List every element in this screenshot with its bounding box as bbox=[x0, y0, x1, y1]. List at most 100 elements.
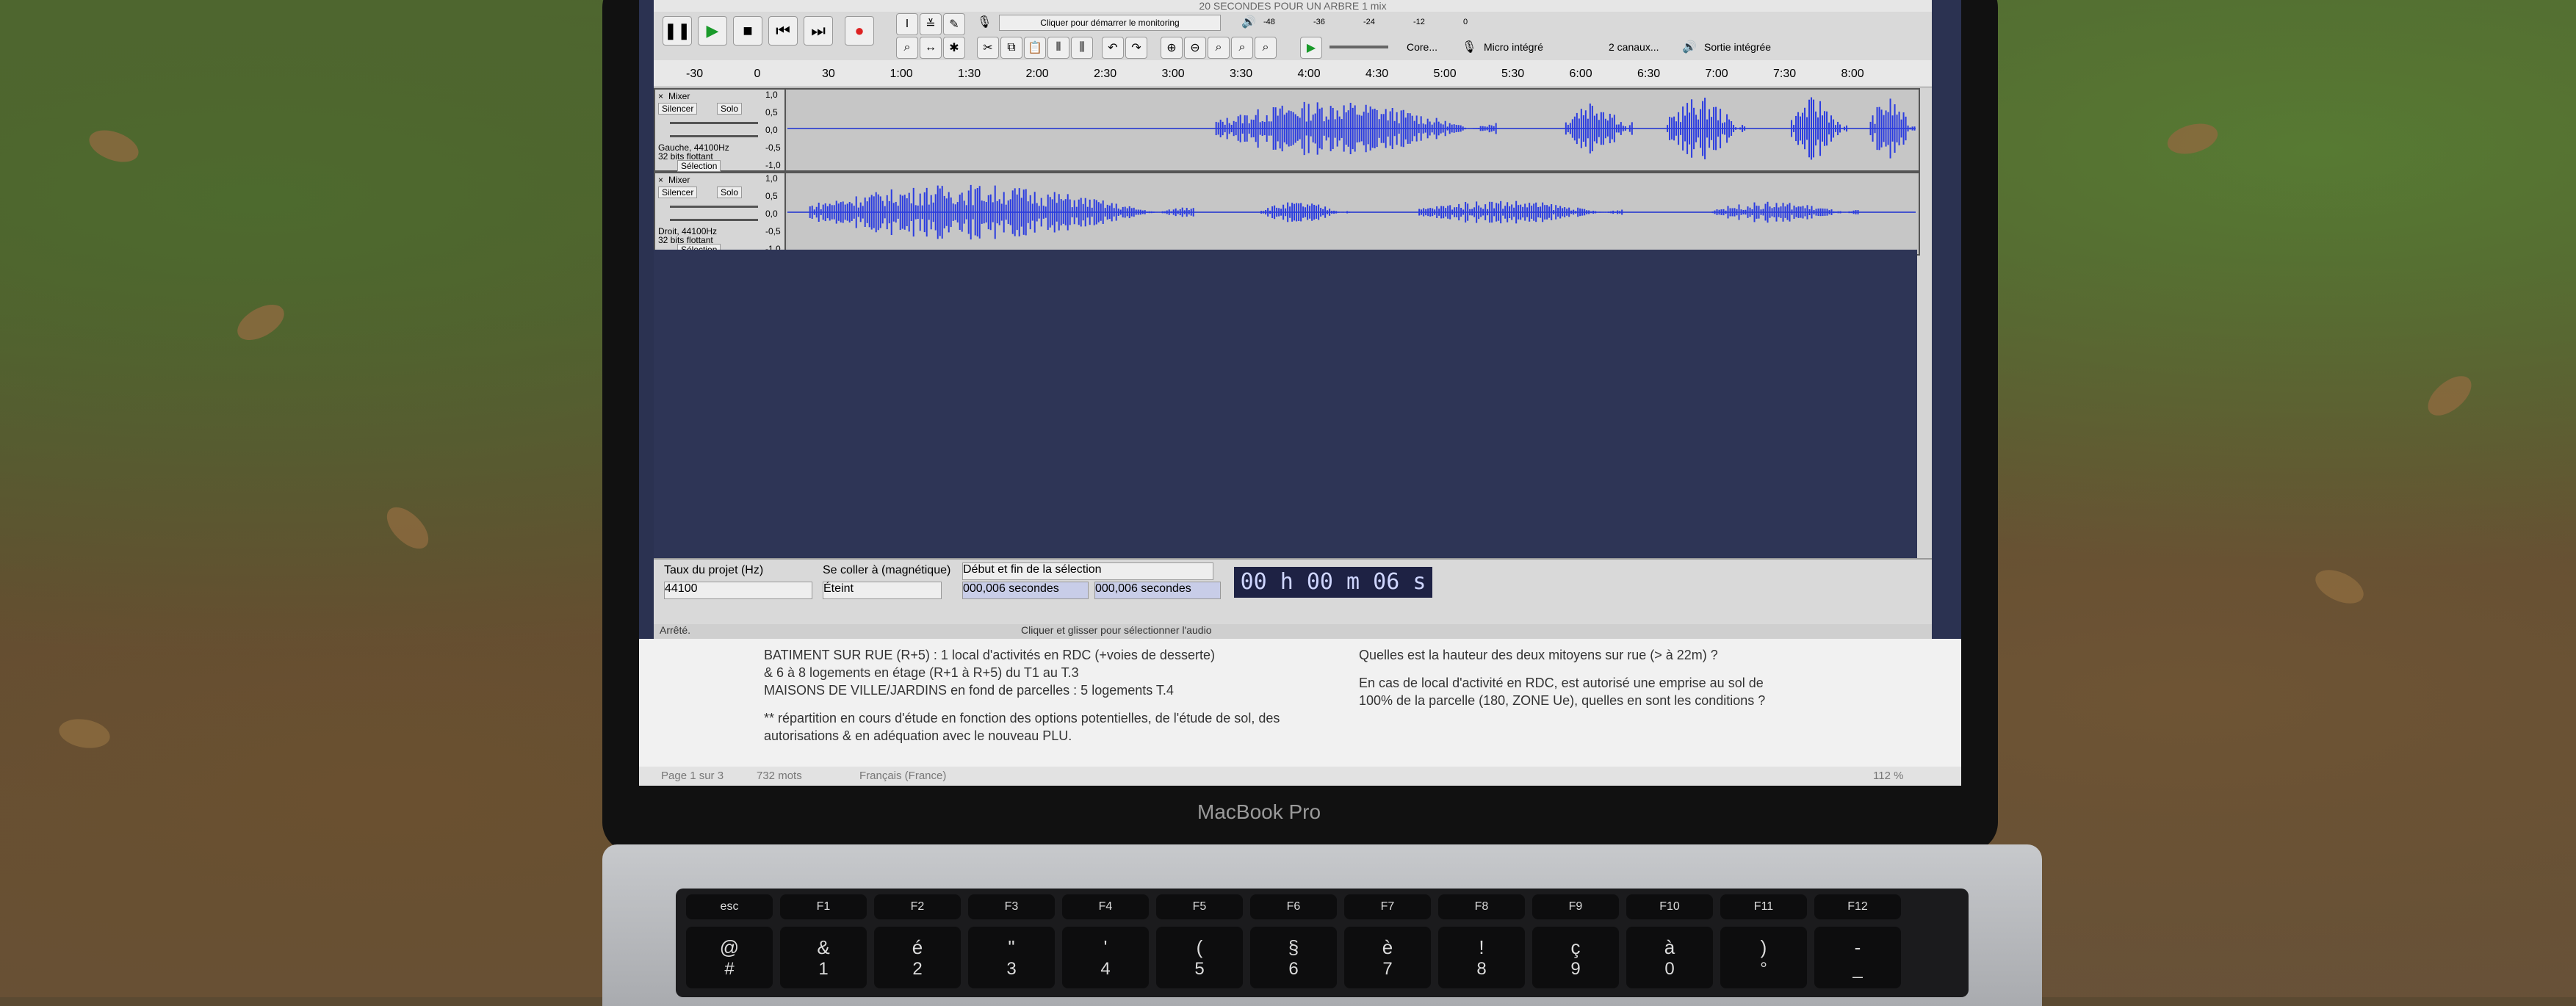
audio-track-right[interactable]: × Mixer Silencer Solo Droit, 44100Hz 32 bits … bbox=[654, 172, 1920, 256]
keyboard-number-key[interactable]: & 1 bbox=[780, 927, 867, 988]
keyboard-function-key[interactable]: F7 bbox=[1344, 894, 1431, 919]
close-track-icon[interactable]: × bbox=[658, 91, 663, 101]
output-device-select[interactable]: Sortie intégrée bbox=[1704, 41, 1771, 53]
input-device-select[interactable]: Micro intégré bbox=[1484, 41, 1543, 53]
fit-selection-button[interactable]: ⌕ bbox=[1208, 37, 1230, 59]
mute-button[interactable]: Silencer bbox=[658, 103, 698, 115]
keyboard-function-key[interactable]: F1 bbox=[780, 894, 867, 919]
audio-track-left[interactable]: × Mixer Silencer Solo Gauche, 44100Hz 32 bits… bbox=[654, 88, 1920, 172]
keyboard-number-key[interactable]: @ # bbox=[686, 927, 773, 988]
track-name-menu[interactable]: Mixer bbox=[668, 175, 690, 185]
keyboard-function-key[interactable]: F3 bbox=[968, 894, 1055, 919]
keyboard-number-key[interactable]: è7 bbox=[1344, 927, 1431, 988]
key-bottom-label: 0 bbox=[1664, 958, 1675, 979]
selection-tool-button[interactable]: I bbox=[896, 13, 918, 35]
timeshift-icon: ↔ bbox=[925, 41, 937, 54]
play-icon: ▶ bbox=[706, 21, 719, 40]
zoom-in-button[interactable]: ⊕ bbox=[1161, 37, 1183, 59]
solo-button[interactable]: Solo bbox=[717, 187, 743, 198]
selection-mode-select[interactable]: Début et fin de la sélection bbox=[962, 562, 1213, 580]
keyboard-function-key[interactable]: F10 bbox=[1626, 894, 1713, 919]
keyboard-function-key[interactable]: F8 bbox=[1438, 894, 1525, 919]
play-button[interactable]: ▶ bbox=[698, 16, 727, 46]
keyboard-function-key[interactable]: F4 bbox=[1062, 894, 1149, 919]
record-button[interactable]: ● bbox=[845, 16, 874, 46]
document-status-bar: Page 1 sur 3 732 mots Français (France) … bbox=[639, 767, 1961, 786]
pan-slider[interactable] bbox=[670, 219, 758, 221]
keyboard-function-key[interactable]: F9 bbox=[1532, 894, 1619, 919]
track-name-menu[interactable]: Mixer bbox=[668, 91, 690, 101]
laptop-brand: MacBook Pro bbox=[1197, 800, 1321, 823]
envelope-icon: ≚ bbox=[926, 18, 936, 31]
skip-start-button[interactable]: ⏮ bbox=[768, 16, 798, 46]
keyboard-function-key[interactable]: F2 bbox=[874, 894, 961, 919]
keyboard-number-key[interactable]: § 6 bbox=[1250, 927, 1337, 988]
document-text-line: & 6 à 8 logements en étage (R+1 à R+5) d… bbox=[764, 665, 1079, 680]
document-text-line: BATIMENT SUR RUE (R+5) : 1 local d'activ… bbox=[764, 648, 1215, 662]
paste-button[interactable]: 📋 bbox=[1024, 37, 1046, 59]
host-select[interactable]: Core... bbox=[1407, 41, 1437, 53]
mute-button[interactable]: Silencer bbox=[658, 187, 698, 198]
zoom-out-button[interactable]: ⊖ bbox=[1184, 37, 1206, 59]
snap-select[interactable]: Éteint bbox=[823, 582, 942, 599]
trim-icon: ⫴ bbox=[1056, 41, 1061, 54]
audio-position-display[interactable]: 00 h 00 m 06 s bbox=[1234, 567, 1432, 598]
channels-select[interactable]: 2 canaux... bbox=[1609, 41, 1659, 53]
undo-button[interactable]: ↶ bbox=[1102, 37, 1124, 59]
envelope-tool-button[interactable]: ≚ bbox=[920, 13, 942, 35]
keyboard-number-key[interactable]: - _ bbox=[1814, 927, 1901, 988]
trim-button[interactable]: ⫴ bbox=[1047, 37, 1069, 59]
redo-button[interactable]: ↷ bbox=[1125, 37, 1147, 59]
gain-slider[interactable] bbox=[670, 122, 758, 124]
empty-track-area[interactable] bbox=[654, 250, 1917, 558]
stop-button[interactable]: ■ bbox=[733, 16, 762, 46]
word-count: 732 mots bbox=[757, 770, 802, 782]
solo-button[interactable]: Solo bbox=[717, 103, 743, 115]
play-speed-slider[interactable] bbox=[1330, 46, 1388, 48]
waveform-area[interactable] bbox=[787, 90, 1919, 170]
cut-button[interactable]: ✂ bbox=[977, 37, 999, 59]
close-track-icon[interactable]: × bbox=[658, 175, 663, 185]
keyboard-function-key[interactable]: esc bbox=[686, 894, 773, 919]
multi-tool-button[interactable]: ✱ bbox=[943, 37, 965, 59]
keyboard-function-key[interactable]: F12 bbox=[1814, 894, 1901, 919]
keyboard-function-key[interactable]: F11 bbox=[1720, 894, 1807, 919]
keyboard-number-key[interactable]: ' 4 bbox=[1062, 927, 1149, 988]
playback-meter[interactable]: -48 -36 -24 -12 0 bbox=[1263, 16, 1498, 29]
keyboard-number-key[interactable]: ) ° bbox=[1720, 927, 1807, 988]
ruler-tick: 1:30 bbox=[958, 68, 981, 80]
monitor-meter[interactable]: Cliquer pour démarrer le monitoring bbox=[999, 15, 1221, 31]
key-top-label: ( bbox=[1196, 936, 1203, 958]
track-select-button[interactable]: Sélection bbox=[677, 160, 721, 172]
fit-project-button[interactable]: ⌕ bbox=[1231, 37, 1253, 59]
keyboard-number-key[interactable]: (5 bbox=[1156, 927, 1243, 988]
zoom-tool-button[interactable]: ⌕ bbox=[896, 37, 918, 59]
keyboard-number-key[interactable]: é2 bbox=[874, 927, 961, 988]
draw-tool-button[interactable]: ✎ bbox=[943, 13, 965, 35]
keyboard-number-key[interactable]: à0 bbox=[1626, 927, 1713, 988]
zoom-icon: ⌕ bbox=[903, 41, 911, 54]
skip-end-button[interactable]: ⏭ bbox=[804, 16, 833, 46]
keyboard-number-key[interactable]: ! 8 bbox=[1438, 927, 1525, 988]
silence-button[interactable]: ⫼ bbox=[1071, 37, 1093, 59]
copy-button[interactable]: ⧉ bbox=[1000, 37, 1022, 59]
gain-slider[interactable] bbox=[670, 206, 758, 208]
keyboard-number-key[interactable]: " 3 bbox=[968, 927, 1055, 988]
zoom-toggle-button[interactable]: ⌕ bbox=[1255, 37, 1277, 59]
timeline-ruler[interactable]: -30 0 30 1:00 1:30 2:00 2:30 3:00 3:30 4:00 4:30 5:… bbox=[654, 60, 1932, 87]
selection-start-field[interactable]: 000,006 secondes bbox=[962, 582, 1089, 599]
pan-slider[interactable] bbox=[670, 135, 758, 137]
keyboard-function-key[interactable]: F6 bbox=[1250, 894, 1337, 919]
timeshift-tool-button[interactable]: ↔ bbox=[920, 37, 942, 59]
selection-end-field[interactable]: 000,006 secondes bbox=[1094, 582, 1221, 599]
project-rate-select[interactable]: 44100 bbox=[664, 582, 812, 599]
key-bottom-label: # bbox=[724, 958, 735, 979]
key-bottom-label: 9 bbox=[1570, 958, 1581, 979]
key-top-label: è bbox=[1382, 936, 1393, 958]
selection-toolbar: Taux du projet (Hz) 44100 Se coller à (m… bbox=[654, 558, 1932, 626]
keyboard-function-key[interactable]: F5 bbox=[1156, 894, 1243, 919]
play-at-speed-button[interactable]: ▶ bbox=[1300, 37, 1322, 59]
keyboard-number-key[interactable]: ç9 bbox=[1532, 927, 1619, 988]
waveform-area[interactable] bbox=[787, 173, 1919, 254]
pause-button[interactable]: ❚❚ bbox=[663, 16, 692, 46]
